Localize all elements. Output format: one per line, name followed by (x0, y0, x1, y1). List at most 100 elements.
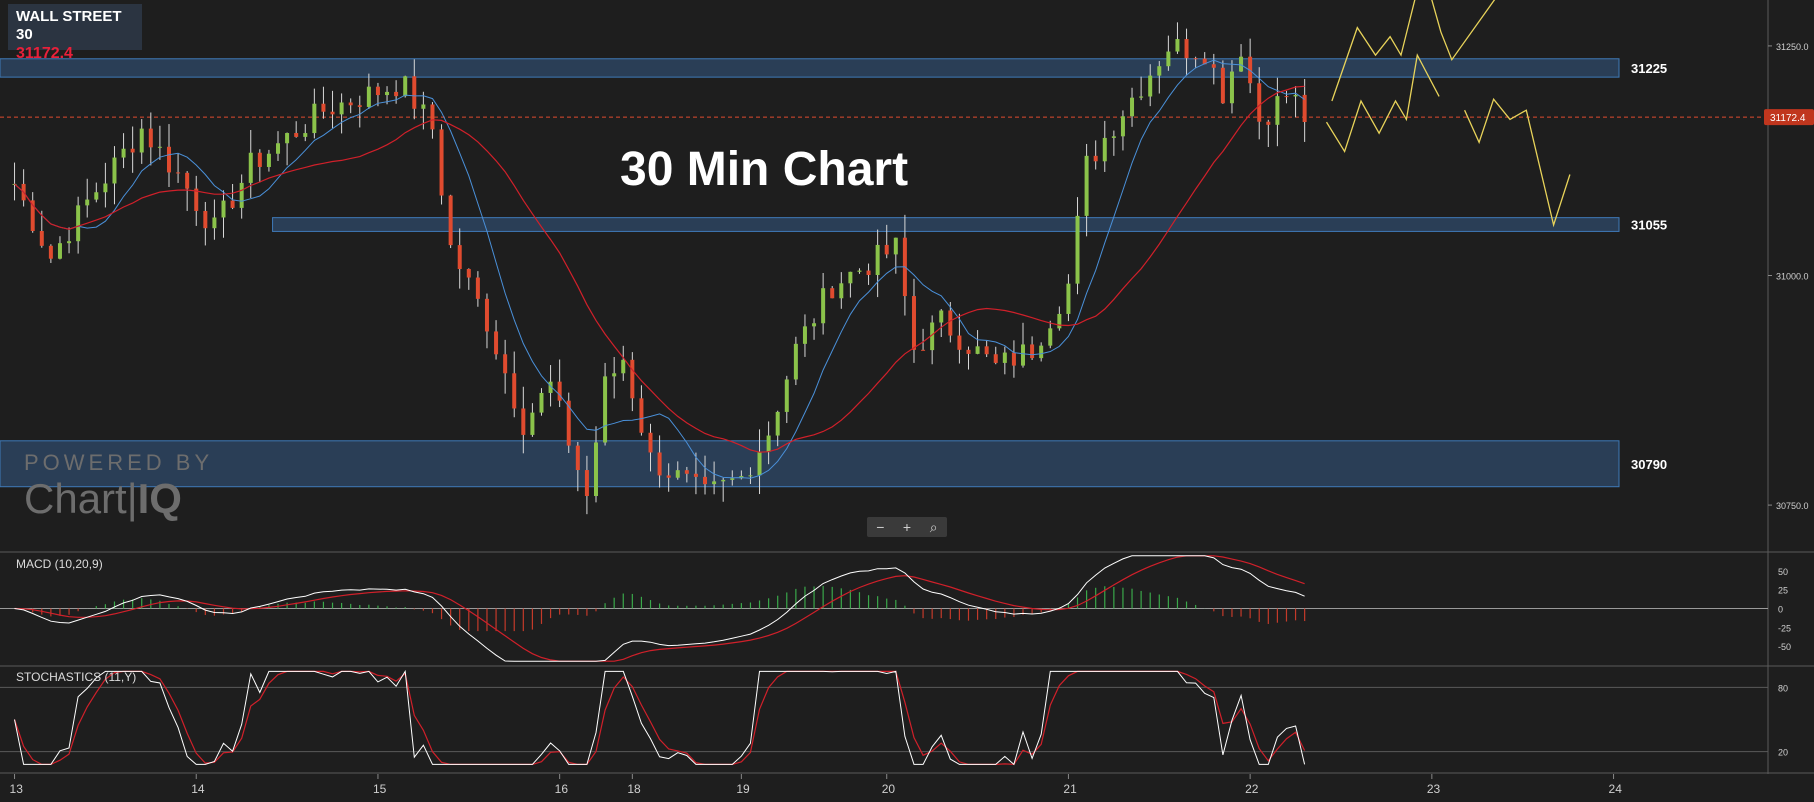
candle-body (1102, 137, 1107, 162)
candle-body (339, 102, 344, 115)
chartiq-logo: POWERED BY Chart|IQ (24, 450, 214, 534)
candle-body (584, 470, 589, 497)
zone-label-31055: 31055 (1631, 218, 1667, 233)
candle-body (593, 442, 598, 497)
candle-body (1120, 116, 1125, 137)
x-tick-label-19: 19 (736, 782, 750, 796)
candle-body (603, 376, 608, 443)
x-tick-label-15: 15 (373, 782, 387, 796)
candle-body (221, 200, 226, 218)
candle-body (866, 270, 871, 276)
last-price: 31172.4 (16, 45, 73, 62)
y-tick-label-31000.0: 31000.0 (1776, 272, 1809, 282)
candle-body (1030, 344, 1035, 359)
candle-body (348, 102, 353, 106)
candle-body (321, 103, 326, 112)
candle-body (530, 412, 535, 435)
candle-body (230, 200, 235, 208)
candle-body (312, 103, 317, 134)
candle-body (784, 379, 789, 412)
candle-body (1284, 96, 1289, 98)
y-tick-label-31250.0: 31250.0 (1776, 42, 1809, 52)
candle-body (684, 470, 689, 474)
zone-30790 (0, 440, 1620, 488)
candle-body (430, 104, 435, 130)
candle-body (512, 373, 517, 409)
chart-background (0, 0, 1814, 802)
zoom-out-button[interactable]: − (869, 519, 891, 535)
candle-body (248, 152, 253, 183)
candle-body (448, 195, 453, 246)
candle-body (657, 452, 662, 476)
candle-body (975, 346, 980, 354)
logo-wordmark: Chart|IQ (24, 475, 182, 522)
candle-body (621, 359, 626, 374)
price-chart[interactable]: 31225 31055 30790 31172.4 31250.0 31000.0 3075… (0, 0, 1814, 802)
candle-body (1057, 313, 1062, 329)
candle-body (721, 479, 726, 482)
candle-body (484, 298, 489, 332)
candle-body (793, 343, 798, 380)
candle-body (775, 411, 780, 436)
candle-body (1139, 96, 1144, 98)
logo-chart: Chart (24, 475, 127, 522)
candle-body (857, 270, 862, 272)
candle-body (875, 244, 880, 276)
candle-body (1111, 136, 1116, 138)
candle-body (911, 296, 916, 350)
candle-body (112, 157, 117, 184)
candle-body (557, 381, 562, 401)
candle-body (503, 354, 508, 374)
zone-label-30790: 30790 (1631, 457, 1667, 472)
candle-body (693, 473, 698, 477)
candle-body (939, 310, 944, 323)
macd-tick--25: -25 (1778, 623, 1791, 633)
x-tick-label-14: 14 (191, 782, 205, 796)
candle-body (357, 105, 362, 107)
candle-body (612, 373, 617, 377)
candle-body (539, 392, 544, 413)
candle-body (130, 148, 135, 153)
candle-body (884, 244, 889, 255)
candle-body (412, 76, 417, 109)
candle-body (257, 152, 262, 167)
x-tick-label-22: 22 (1245, 782, 1259, 796)
candle-body (48, 245, 53, 259)
y-tick-label-30750.0: 30750.0 (1776, 501, 1809, 511)
zoom-reset-icon[interactable]: ⌕ (923, 519, 945, 536)
candle-body (375, 86, 380, 96)
macd-tick-25: 25 (1778, 586, 1788, 596)
candle-body (1266, 121, 1271, 125)
candle-body (1021, 344, 1026, 366)
stoch-tick-20: 20 (1778, 748, 1788, 758)
chart-title: 30 Min Chart (620, 143, 909, 196)
x-tick-label-23: 23 (1427, 782, 1441, 796)
candle-body (330, 111, 335, 115)
candle-body (766, 435, 771, 452)
symbol-name: WALL STREET 30 (16, 8, 122, 43)
candle-body (575, 445, 580, 471)
logo-iq: IQ (137, 475, 182, 522)
candle-body (1175, 39, 1180, 52)
candle-body (1093, 155, 1098, 162)
candle-body (730, 478, 735, 480)
candle-body (385, 91, 390, 96)
candle-body (848, 271, 853, 284)
candle-body (1166, 51, 1171, 67)
candle-body (921, 349, 926, 351)
candle-body (1211, 64, 1216, 68)
candle-body (157, 146, 162, 148)
candle-body (439, 129, 444, 196)
candle-body (1229, 71, 1234, 104)
macd-tick-50: 50 (1778, 567, 1788, 577)
candle-body (421, 104, 426, 109)
zoom-in-button[interactable]: + (896, 519, 918, 535)
candle-body (176, 172, 181, 174)
candle-body (239, 182, 244, 208)
candle-body (675, 470, 680, 478)
candle-body (212, 217, 217, 229)
macd-tick-0: 0 (1778, 605, 1783, 615)
candle-body (703, 476, 708, 485)
candle-body (103, 183, 108, 193)
candle-body (294, 133, 299, 137)
